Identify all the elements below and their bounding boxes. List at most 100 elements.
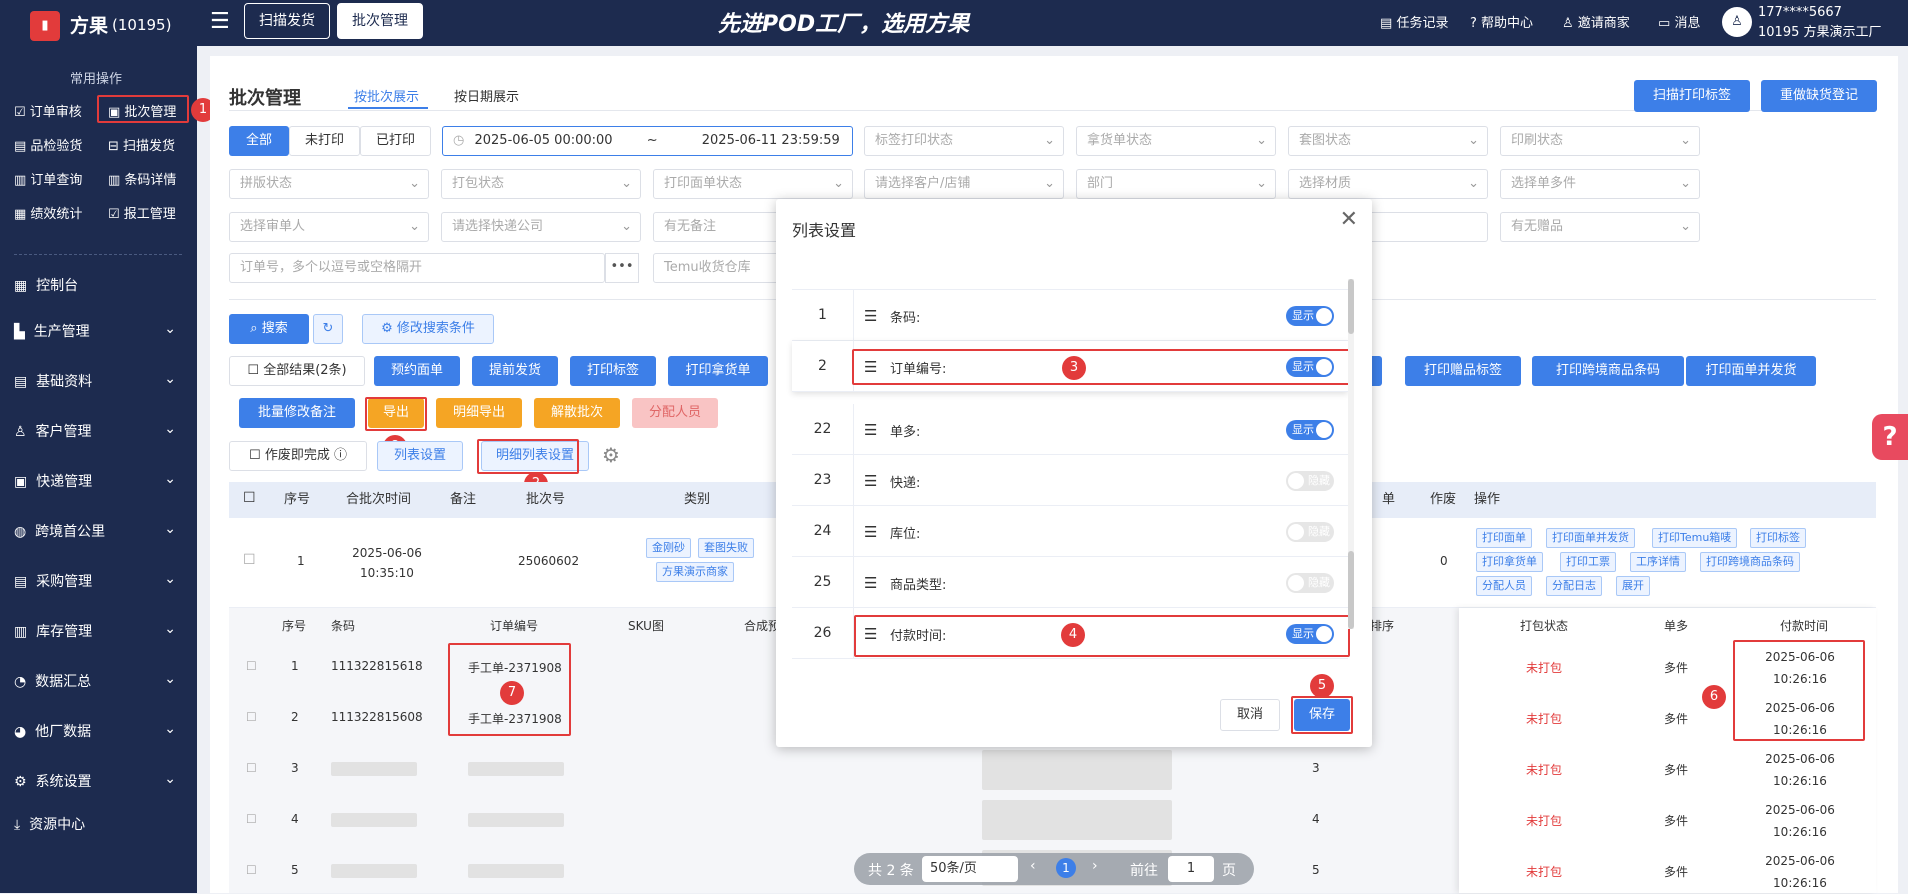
quick-order-query[interactable]: ▥ 订单查询 xyxy=(14,169,82,188)
setting-row[interactable]: 24 ☰ 库位: 隐藏 xyxy=(792,506,1348,557)
toggle-switch[interactable]: 显示 xyxy=(1286,306,1334,326)
quick-performance[interactable]: ▦ 绩效统计 xyxy=(14,203,82,222)
tab-by-date[interactable]: 按日期展示 xyxy=(454,86,519,105)
row-checkbox[interactable]: ☐ xyxy=(243,552,256,568)
sub-checkbox[interactable]: ☐ xyxy=(246,863,257,877)
pager-goto-input[interactable]: 1 xyxy=(1168,856,1214,882)
drag-handle-icon[interactable]: ☰ xyxy=(864,472,877,490)
search-button[interactable]: ⌕ 搜索 xyxy=(229,314,309,344)
menu-data-summary[interactable]: ◔ 数据汇总 ⌄ xyxy=(14,671,184,691)
op-print-ticket[interactable]: 打印工票 xyxy=(1560,552,1616,572)
label-print-status-select[interactable]: 标签打印状态 ⌄ xyxy=(864,126,1064,156)
menu-resource[interactable]: ⤓ 资源中心 xyxy=(14,814,184,834)
quick-barcode-detail[interactable]: ▥ 条码详情 xyxy=(108,169,176,188)
print-waybill-ship-button[interactable]: 打印面单并发货 xyxy=(1686,356,1816,386)
refresh-icon[interactable]: ↻ xyxy=(313,314,343,344)
quick-work-report[interactable]: ☑ 报工管理 xyxy=(108,203,176,222)
pager-prev-icon[interactable]: ‹ xyxy=(1030,858,1036,874)
user-factory[interactable]: 10195 方果演示工厂 xyxy=(1758,21,1882,40)
all-results-checkbox[interactable]: ☐ 全部结果(2条) xyxy=(229,356,365,386)
menu-customer[interactable]: ♙ 客户管理 ⌄ xyxy=(14,421,184,441)
reviewer-select[interactable]: 选择审单人 ⌄ xyxy=(229,212,429,242)
pager-size-select[interactable]: 50条/页 xyxy=(922,856,1018,882)
modify-search-button[interactable]: ⚙ 修改搜索条件 xyxy=(362,314,494,344)
sub-checkbox[interactable]: ☐ xyxy=(246,710,257,724)
drag-handle-icon[interactable]: ☰ xyxy=(864,307,877,325)
list-setting-button[interactable]: 列表设置 xyxy=(377,441,463,471)
tab-batch-manage[interactable]: 批次管理 xyxy=(337,3,423,39)
scrollbar-thumb[interactable] xyxy=(1348,551,1354,629)
menu-dashboard[interactable]: ▦ 控制台 xyxy=(14,275,184,295)
header-checkbox[interactable]: ☐ xyxy=(243,490,256,506)
print-gift-label-button[interactable]: 打印赠品标签 xyxy=(1405,356,1521,386)
print-status-select[interactable]: 印刷状态 ⌄ xyxy=(1500,126,1700,156)
tab-by-batch[interactable]: 按批次展示 xyxy=(354,86,419,105)
invite-link[interactable]: ♙ 邀请商家 xyxy=(1562,12,1630,31)
quick-quality-check[interactable]: ▤ 品检验货 xyxy=(14,135,82,154)
setting-row[interactable]: 22 ☰ 单多: 显示 xyxy=(792,404,1348,455)
menu-cross-border[interactable]: ◍ 跨境首公里 ⌄ xyxy=(14,521,184,541)
op-process-detail[interactable]: 工序详情 xyxy=(1630,552,1686,572)
menu-settings[interactable]: ⚙ 系统设置 ⌄ xyxy=(14,771,184,791)
imposition-status-select[interactable]: 拼版状态 ⌄ xyxy=(229,169,429,199)
redo-shortage-button[interactable]: 重做缺货登记 xyxy=(1761,80,1877,112)
seg-unprinted[interactable]: 未打印 xyxy=(289,126,360,156)
menu-express[interactable]: ▣ 快递管理 ⌄ xyxy=(14,471,184,491)
gift-select[interactable]: 有无赠品 ⌄ xyxy=(1500,212,1700,242)
image-set-status-select[interactable]: 套图状态 ⌄ xyxy=(1288,126,1488,156)
waybill-print-status-select[interactable]: 打印面单状态 ⌄ xyxy=(653,169,853,199)
pager-current[interactable]: 1 xyxy=(1056,858,1076,878)
quick-order-review[interactable]: ☑ 订单审核 xyxy=(14,101,82,120)
op-print-waybill[interactable]: 打印面单 xyxy=(1476,528,1532,548)
op-print-temu-mark[interactable]: 打印Temu箱唛 xyxy=(1652,528,1738,548)
setting-row[interactable]: 25 ☰ 商品类型: 隐藏 xyxy=(792,557,1348,608)
gear-icon[interactable]: ⚙ xyxy=(602,443,620,467)
op-print-label[interactable]: 打印标签 xyxy=(1750,528,1806,548)
op-print-pick-list[interactable]: 打印拿货单 xyxy=(1476,552,1543,572)
drag-handle-icon[interactable]: ☰ xyxy=(864,523,877,541)
menu-other-factory[interactable]: ◕ 他厂数据 ⌄ xyxy=(14,721,184,741)
menu-toggle-icon[interactable]: ☰ xyxy=(210,9,230,34)
op-print-waybill-ship[interactable]: 打印面单并发货 xyxy=(1546,528,1635,548)
quick-scan-ship[interactable]: ⊟ 扫描发货 xyxy=(108,135,175,154)
cancel-button[interactable]: 取消 xyxy=(1220,699,1280,731)
seg-all[interactable]: 全部 xyxy=(229,126,289,156)
sub-checkbox[interactable]: ☐ xyxy=(246,812,257,826)
th-batch-no[interactable]: 批次号 xyxy=(526,488,565,507)
material-select[interactable]: 选择材质 ⌄ xyxy=(1288,169,1488,199)
op-assign-log[interactable]: 分配日志 xyxy=(1546,576,1602,596)
message-link[interactable]: ▭ 消息 xyxy=(1658,12,1700,31)
sub-checkbox[interactable]: ☐ xyxy=(246,659,257,673)
customer-store-select[interactable]: 请选择客户/店铺 ⌄ xyxy=(864,169,1064,199)
advance-ship-button[interactable]: 提前发货 xyxy=(472,356,558,386)
pack-status-select[interactable]: 打包状态 ⌄ xyxy=(441,169,641,199)
help-center-link[interactable]: ? 帮助中心 xyxy=(1470,12,1533,31)
sub-checkbox[interactable]: ☐ xyxy=(246,761,257,775)
reserve-waybill-button[interactable]: 预约面单 xyxy=(374,356,460,386)
drag-handle-icon[interactable]: ☰ xyxy=(864,421,877,439)
scan-print-label-button[interactable]: 扫描打印标签 xyxy=(1634,80,1750,112)
department-select[interactable]: 部门 ⌄ xyxy=(1076,169,1276,199)
single-multi-select[interactable]: 选择单多件 ⌄ xyxy=(1500,169,1700,199)
setting-row[interactable]: 23 ☰ 快递: 隐藏 xyxy=(792,455,1348,506)
seg-printed[interactable]: 已打印 xyxy=(360,126,431,156)
th-category[interactable]: 类别 xyxy=(684,488,710,507)
scrollbar-thumb[interactable] xyxy=(1348,279,1354,334)
void-complete-checkbox[interactable]: ☐ 作废即完成 ⓘ xyxy=(229,441,367,471)
th-merge-time[interactable]: 合批次时间 xyxy=(346,488,411,507)
tab-scan-ship[interactable]: 扫描发货 xyxy=(244,3,330,39)
help-float-icon[interactable]: ? xyxy=(1872,414,1908,460)
express-company-select[interactable]: 请选择快递公司 ⌄ xyxy=(441,212,641,242)
toggle-switch[interactable]: 隐藏 xyxy=(1286,522,1334,542)
more-icon[interactable]: ••• xyxy=(605,253,639,283)
drag-handle-icon[interactable]: ☰ xyxy=(864,574,877,592)
order-number-input[interactable]: 订单号，多个以逗号或空格隔开 xyxy=(229,253,605,283)
close-icon[interactable]: ✕ xyxy=(1340,207,1358,232)
assign-staff-button[interactable]: 分配人员 xyxy=(632,398,718,428)
batch-edit-remark-button[interactable]: 批量修改备注 xyxy=(239,398,355,428)
print-cross-border-barcode-button[interactable]: 打印跨境商品条码 xyxy=(1532,356,1684,386)
menu-basic-data[interactable]: ▤ 基础资料 ⌄ xyxy=(14,371,184,391)
task-record-link[interactable]: ▤ 任务记录 xyxy=(1380,12,1448,31)
print-label-button[interactable]: 打印标签 xyxy=(570,356,656,386)
dissolve-batch-button[interactable]: 解散批次 xyxy=(534,398,620,428)
